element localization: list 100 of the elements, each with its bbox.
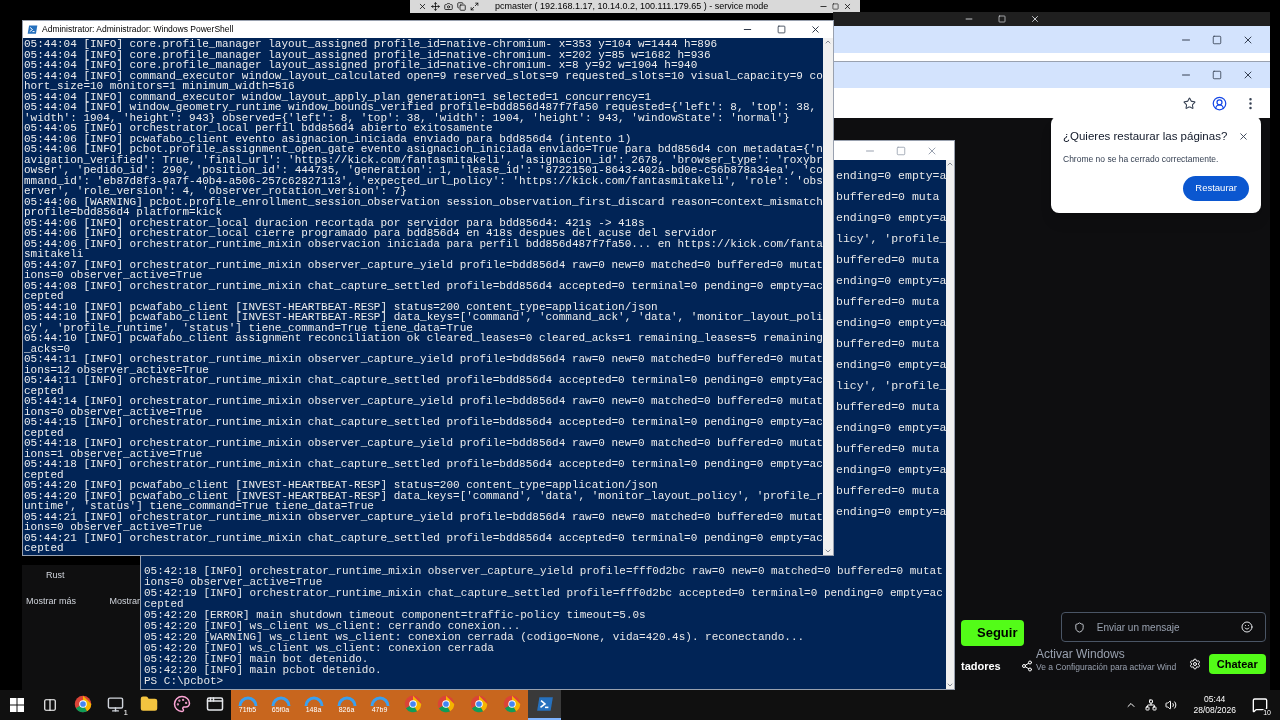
log-fragment: buffered=0 muta (836, 443, 941, 455)
scroll-up-icon[interactable] (946, 160, 955, 168)
log-fragment: ending=0 empty=a (836, 359, 947, 371)
volume-icon[interactable] (1165, 699, 1178, 711)
log-fragment: buffered=0 muta (836, 254, 941, 266)
show-more-link[interactable]: Mostrar más (26, 594, 76, 608)
log-fragment: licy', 'profile_ (836, 233, 947, 245)
log-line: 05:44:04 [INFO] core.profile_manager layout_assigned profile_id=native-chromium- x=8 y=92 w=1904 h=940 (24, 60, 699, 71)
scroll-up-icon[interactable] (824, 38, 832, 46)
log-line: 05:44:15 [INFO] orchestrator_runtime_mixin chat_capture_settled profile=bdd856d4 accepted=0 terminal=0 pending=0 empty=accepted (24, 417, 823, 438)
chat-box[interactable]: Enviar un mensaje (1060, 612, 1266, 642)
close-icon[interactable] (1238, 131, 1249, 143)
expand-icon[interactable] (470, 2, 479, 11)
bookmark-star-icon[interactable] (1183, 96, 1196, 110)
camera-icon[interactable] (444, 2, 453, 11)
log-line: 05:44:08 [INFO] orchestrator_runtime_mixin chat_capture_settled profile=bdd856d4 accepted=0 terminal=0 pending=0 empty=accepted (24, 280, 823, 302)
log-line: 05:44:06 [WARNING] pcbot.profile_enrollment_session_observation session_observation_first_discard reason=context_mismatch profile=bdd856d4 platform=kick (24, 196, 823, 218)
log-fragment: licy', 'profile_ (836, 380, 947, 392)
log-fragment: ending=0 empty=a (836, 506, 947, 518)
log-fragment: ending=0 empty=a (836, 464, 947, 476)
window-title: Administrator: Administrador: Windows PowerShell (42, 23, 235, 36)
close-icon[interactable] (843, 2, 852, 11)
log-line: 05:44:06 [INFO] orchestrator_local duracion recortada por servidor para bdd856d4: 421s -> 418s (24, 217, 645, 228)
close-icon[interactable] (1242, 69, 1254, 81)
tab-label[interactable]: tadores (961, 657, 1001, 674)
palette-icon (172, 695, 191, 713)
maximize-icon[interactable] (1212, 70, 1222, 80)
window-icon (205, 695, 224, 713)
maximize-icon[interactable] (832, 3, 839, 10)
log-line: 05:42:20 [INFO] ws_client ws_client: cerrando conexion... (144, 621, 521, 632)
close-icon[interactable] (1030, 14, 1040, 24)
log-line: 05:42:19 [INFO] orchestrator_runtime_mixin chat_capture_settled profile=fff0d2bc accepted=0 terminal=0 pending=0 empty=accepted (144, 588, 944, 610)
log-line: 05:44:04 [INFO] window_geometry_runtime window_bounds_verified profile=bdd856d487f7fa50 requested={'left': 8, 'top': 38, 'width': 1904, 'height': 943} observed={'left': 8, 'top': 38, 'width': 1904, 'height': 943, 'windowState': 'normal'} (24, 102, 818, 123)
close-icon[interactable] (810, 24, 821, 35)
monitor-icon (107, 695, 124, 713)
clock-date[interactable]: 28/08/2026 (1193, 705, 1236, 716)
share-icon[interactable] (1020, 659, 1033, 672)
log-line: 05:44:11 [INFO] orchestrator_runtime_mixin chat_capture_settled profile=bdd856d4 accepted=0 terminal=0 pending=0 empty=accepted (24, 375, 823, 396)
arc-icon (336, 695, 357, 706)
log-fragment: ending=0 empty=a (836, 170, 947, 182)
scroll-down-icon[interactable] (946, 681, 955, 689)
sidebar-item[interactable]: Rust (22, 569, 140, 583)
chrome-icon (469, 695, 488, 713)
log-line: 05:42:20 [INFO] main bot detenido. (144, 654, 369, 665)
log-line: 05:44:06 [INFO] orchestrator_local cierre programado para bdd856d4 en 418s despues del acuse del servidor (24, 228, 719, 239)
log-line: 05:42:20 [INFO] ws_client ws_client: conexion cerrada (144, 643, 495, 654)
folder-icon (139, 695, 158, 713)
log-fragment: ending=0 empty=a (836, 317, 947, 329)
scroll-down-icon[interactable] (824, 547, 832, 555)
chrome-icon (403, 695, 422, 713)
log-fragment: ending=0 empty=a (836, 422, 947, 434)
log-fragment: ending=0 empty=a (836, 212, 947, 224)
log-line: 05:44:21 [INFO] orchestrator_runtime_mixin chat_capture_settled profile=bdd856d4 accepted=0 terminal=0 pending=0 empty=accepted (24, 532, 823, 554)
arc-icon (369, 695, 390, 706)
profile-icon[interactable] (1212, 95, 1227, 111)
log-line: 05:44:14 [INFO] orchestrator_runtime_mixin observer_capture_yield profile=bdd856d4 raw=0 new=0 matched=0 buffered=0 mutations=0 observer_active=True (24, 396, 823, 417)
chat-button[interactable]: Chatear (1208, 654, 1266, 674)
arc-icon (303, 695, 324, 706)
log-fragment: buffered=0 muta (836, 191, 941, 203)
restore-button[interactable]: Restaurar (1183, 176, 1249, 201)
log-line: 05:44:04 [INFO] core.profile_manager layout_assigned profile_id=native-chromium- x=202 y=85 w=1682 h=936 (24, 49, 712, 60)
log-fragment: buffered=0 muta (836, 401, 941, 413)
log-line: 05:42:20 [INFO] main pcbot detenido. (144, 665, 383, 676)
maximize-icon[interactable] (777, 25, 786, 34)
close-icon[interactable] (418, 2, 427, 11)
copy-icon[interactable] (457, 2, 466, 11)
settings-icon[interactable] (1188, 658, 1201, 670)
log-line: 05:42:18 [INFO] orchestrator_runtime_mixin observer_capture_yield profile=fff0d2bc raw=0 new=0 matched=0 buffered=0 mutations=0 observer_active=True (144, 566, 944, 588)
log-fragment: buffered=0 muta (836, 296, 941, 308)
chrome-icon (436, 695, 455, 713)
maximize-icon[interactable] (1212, 34, 1222, 45)
log-line: 05:44:11 [INFO] orchestrator_runtime_mixin observer_capture_yield profile=bdd856d4 raw=0 new=0 matched=0 buffered=0 mutations=12 observer_active=True (24, 354, 823, 375)
log-line: 05:42:20 [WARNING] ws_client ws_client: conexion cerrada (codigo=None, vida=420.4s). reconectando... (144, 632, 806, 643)
window-count-label: 1 (123, 708, 128, 717)
log-line: 05:44:06 [INFO] orchestrator_runtime_mixin observacion iniciada para perfil bdd856d487f7fa50... en https://kick.com/fantasmitakeli (24, 238, 823, 260)
log-line: 05:44:20 [INFO] pcwafabo_client [INVEST-HEARTBEAT-RESP] data_keys=['command', 'data', 'monitor_layout_policy', 'profile_runtime', 'status'] tiene_command=True tiene_data=True (24, 490, 823, 512)
remote-title: pcmaster ( 192.168.1.17, 10.14.0.2, 100.111.179.65 ) - service mode (495, 2, 770, 11)
log-line: 05:42:20 [ERROR] main shutdown timeout component=traffic-policy timeout=5.0s (144, 610, 647, 621)
shield-icon (1073, 621, 1085, 633)
emoji-icon[interactable] (1240, 621, 1253, 633)
log-line: 05:44:05 [INFO] orchestrator_local perfil bdd856d4 abierto exitosamente (24, 123, 493, 134)
taskbar-app[interactable]: 1 (99, 690, 132, 720)
log-line: 05:44:04 [INFO] command_executor window_layout_apply_plan generation=1 selected=1 concurrency=1 (24, 91, 652, 102)
powershell-icon (27, 24, 38, 35)
windows-logo-icon (10, 698, 24, 712)
log-line: 05:44:07 [INFO] orchestrator_runtime_mixin observer_capture_yield profile=bdd856d4 raw=0 new=0 matched=0 buffered=0 mutations=0 observer_active=True (24, 259, 823, 281)
network-icon[interactable] (1145, 699, 1158, 711)
arc-icon (237, 695, 258, 706)
move-icon[interactable] (431, 2, 440, 11)
chat-input-field[interactable]: Enviar un mensaje (1096, 619, 1229, 635)
show-more-link[interactable]: Mostrar (109, 594, 140, 608)
popup-message: Chrome no se ha cerrado correctamente. (1063, 153, 1220, 166)
log-line: 05:44:06 [INFO] pcwafabo_client evento asignacion_iniciada enviado para bdd856d4 (intento 1) (24, 133, 633, 144)
log-line: 05:44:21 [INFO] orchestrator_runtime_mixin observer_capture_yield profile=bdd856d4 raw=0 new=0 matched=0 buffered=0 mutations=0 observer_active=True (24, 511, 823, 533)
log-line: 05:44:10 [INFO] pcwafabo_client assignment reconciliation ok cleared_leases=0 cleared_acks=1 remaining_leases=5 remaining_acks=0 (24, 333, 823, 354)
clock-time[interactable]: 05:44 (1204, 694, 1226, 705)
activation-message: Ve a Configuración para activar Wind (1036, 662, 1177, 673)
log-fragment: ending=0 empty=a (836, 275, 947, 287)
shell-prompt: PS C:\pcbot> (144, 676, 225, 687)
follow-button[interactable]: Seguir (961, 619, 1024, 646)
